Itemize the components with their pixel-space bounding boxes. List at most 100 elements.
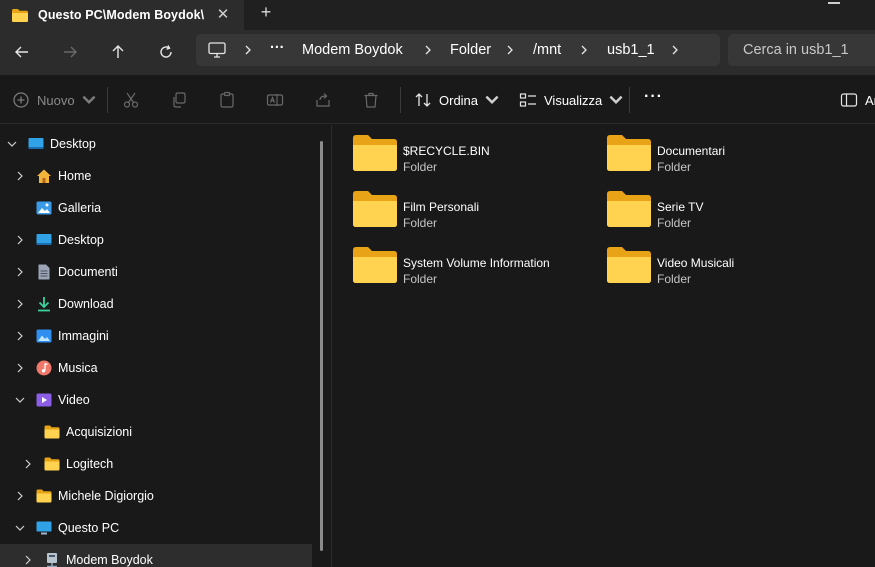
sidebar-item-label: Galleria <box>58 201 102 215</box>
file-name: Documentari <box>657 144 726 158</box>
minimize-icon[interactable] <box>828 2 840 4</box>
new-tab-button[interactable]: + <box>256 2 276 22</box>
sort-button[interactable]: Ordina <box>414 87 501 113</box>
chevron-down-icon[interactable] <box>6 138 18 150</box>
sidebar-item-logitech[interactable]: Logitech <box>0 448 312 480</box>
delete-button[interactable] <box>362 87 380 113</box>
chevron-right-icon[interactable] <box>14 298 26 310</box>
sidebar-item-label: Logitech <box>66 457 114 471</box>
sort-label: Ordina <box>439 92 479 108</box>
sidebar-item-this-pc[interactable]: Questo PC <box>0 512 312 544</box>
forward-button[interactable] <box>56 38 84 66</box>
sidebar-item-label: Michele Digiorgio <box>58 489 154 503</box>
chevron-right-icon[interactable] <box>14 266 26 278</box>
file-name: Serie TV <box>657 200 704 214</box>
sidebar-scrollbar[interactable] <box>320 141 323 551</box>
breadcrumb-modem-boydok[interactable]: Modem Boydok <box>302 34 403 66</box>
copy-button[interactable] <box>170 87 188 113</box>
sidebar-item-label: Video <box>58 393 90 407</box>
folder-icon <box>353 135 397 171</box>
sidebar-item-documents[interactable]: Documenti <box>0 256 312 288</box>
sidebar-item-music[interactable]: Musica <box>0 352 312 384</box>
sidebar-item-desktop-root[interactable]: Desktop <box>0 128 312 160</box>
file-type: Folder <box>403 160 438 174</box>
plus-circle-icon <box>13 92 29 108</box>
file-item[interactable]: $RECYCLE.BIN Folder <box>353 130 603 180</box>
chevron-right-icon[interactable] <box>14 234 26 246</box>
share-button[interactable] <box>314 87 332 113</box>
chevron-right-icon[interactable] <box>22 458 34 470</box>
folder-icon <box>353 191 397 227</box>
search-placeholder: Cerca in usb1_1 <box>743 42 849 58</box>
arrow-up-icon <box>112 45 124 58</box>
details-pane-button[interactable]: Ar <box>840 87 875 113</box>
file-name: $RECYCLE.BIN <box>403 144 490 158</box>
chevron-right-icon[interactable] <box>422 44 434 56</box>
breadcrumb-usb1-1[interactable]: usb1_1 <box>607 34 655 66</box>
refresh-button[interactable] <box>152 38 180 66</box>
view-label: Visualizza <box>544 92 603 108</box>
chevron-right-icon[interactable] <box>14 490 26 502</box>
sidebar-item-modem-boydok[interactable]: Modem Boydok <box>0 544 312 567</box>
trash-icon <box>364 92 378 108</box>
tab-active[interactable]: Questo PC\Modem Boydok\ ✕ <box>0 0 244 30</box>
desktop-icon <box>36 234 52 245</box>
chevron-right-icon[interactable] <box>578 44 590 56</box>
chevron-right-icon[interactable] <box>14 362 26 374</box>
new-button[interactable]: Nuovo <box>12 87 98 113</box>
file-item[interactable]: Video Musicali Folder <box>607 242 857 292</box>
file-item[interactable]: System Volume Information Folder <box>353 242 603 292</box>
sidebar-item-home[interactable]: Home <box>0 160 312 192</box>
view-button[interactable]: Visualizza <box>519 87 625 113</box>
sidebar-item-label: Modem Boydok <box>66 553 153 567</box>
command-bar: Nuovo Ordina Visualizza ··· Ar <box>0 75 875 124</box>
tab-title: Questo PC\Modem Boydok\ <box>38 8 205 22</box>
back-button[interactable] <box>8 38 36 66</box>
file-item[interactable]: Serie TV Folder <box>607 186 857 236</box>
more-options-button[interactable]: ··· <box>644 84 663 110</box>
breadcrumb-folder[interactable]: Folder <box>450 34 491 66</box>
sidebar-item-acquisizioni[interactable]: Acquisizioni <box>0 416 312 448</box>
chevron-right-icon[interactable] <box>14 330 26 342</box>
chevron-down-icon[interactable] <box>14 522 26 534</box>
sidebar-item-label: Download <box>58 297 114 311</box>
file-type: Folder <box>657 272 692 286</box>
sidebar-item-label: Documenti <box>58 265 118 279</box>
arrow-left-icon <box>15 46 28 58</box>
close-tab-button[interactable]: ✕ <box>214 6 232 24</box>
up-button[interactable] <box>104 38 132 66</box>
file-item[interactable]: Film Personali Folder <box>353 186 603 236</box>
cut-button[interactable] <box>122 87 140 113</box>
details-pane-icon <box>840 93 858 107</box>
view-list-icon <box>519 93 536 107</box>
sort-icon <box>415 93 431 107</box>
breadcrumb-mnt[interactable]: /mnt <box>533 34 561 66</box>
chevron-down-icon <box>82 95 96 105</box>
share-icon <box>316 93 330 107</box>
toolbar-divider <box>400 87 401 113</box>
folder-icon <box>607 247 651 283</box>
folder-icon <box>44 425 60 439</box>
chevron-right-icon[interactable] <box>14 170 26 182</box>
sidebar-item-gallery[interactable]: Galleria <box>0 192 312 224</box>
sidebar-item-desktop[interactable]: Desktop <box>0 224 312 256</box>
chevron-right-icon[interactable] <box>669 44 681 56</box>
copy-icon <box>173 92 186 108</box>
home-icon <box>37 169 51 183</box>
sidebar-item-downloads[interactable]: Download <box>0 288 312 320</box>
sidebar-item-user-folder[interactable]: Michele Digiorgio <box>0 480 312 512</box>
paste-button[interactable] <box>218 87 236 113</box>
arrow-right-icon <box>64 46 77 58</box>
sidebar-item-videos[interactable]: Video <box>0 384 312 416</box>
rename-button[interactable] <box>266 87 284 113</box>
gallery-icon <box>36 201 52 215</box>
address-overflow-button[interactable]: ··· <box>270 32 285 64</box>
chevron-right-icon[interactable] <box>22 554 34 566</box>
pictures-icon <box>36 329 52 343</box>
search-input[interactable]: Cerca in usb1_1 <box>728 34 875 66</box>
chevron-down-icon[interactable] <box>14 394 26 406</box>
file-item[interactable]: Documentari Folder <box>607 130 857 180</box>
address-bar[interactable]: ··· Modem Boydok Folder /mnt usb1_1 <box>196 34 720 66</box>
chevron-right-icon[interactable] <box>504 44 516 56</box>
sidebar-item-pictures[interactable]: Immagini <box>0 320 312 352</box>
